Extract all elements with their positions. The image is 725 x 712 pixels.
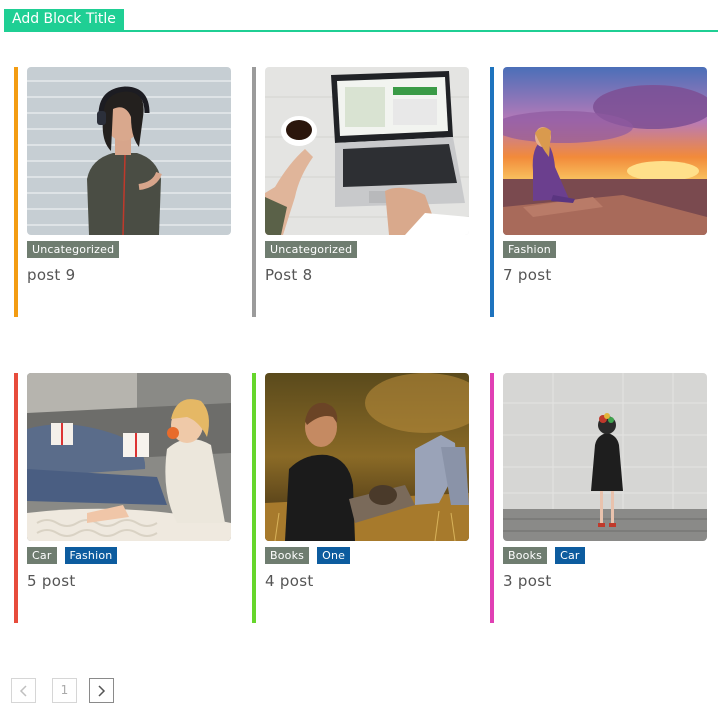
- post-categories: Books Car: [503, 547, 593, 564]
- next-page-button[interactable]: [89, 678, 114, 703]
- category-tag[interactable]: One: [317, 547, 351, 564]
- post-accent-bar: [490, 67, 494, 317]
- post-categories: Fashion: [503, 241, 564, 258]
- post-title[interactable]: Post 8: [265, 266, 313, 284]
- category-tag[interactable]: Uncategorized: [265, 241, 358, 258]
- post-thumbnail[interactable]: [27, 67, 231, 235]
- category-tag[interactable]: Car: [555, 547, 585, 564]
- post-card: Books Car 3 post: [490, 373, 710, 623]
- post-accent-bar: [490, 373, 494, 623]
- category-tag[interactable]: Fashion: [503, 241, 556, 258]
- post-thumbnail[interactable]: [503, 67, 707, 235]
- post-accent-bar: [14, 373, 18, 623]
- post-title[interactable]: 7 post: [503, 266, 552, 284]
- block-header: Add Block Title: [4, 9, 718, 32]
- post-title[interactable]: post 9: [27, 266, 76, 284]
- post-thumbnail[interactable]: [265, 67, 469, 235]
- woman-headphones-image: [27, 67, 231, 235]
- post-categories: Uncategorized: [27, 241, 127, 258]
- category-tag[interactable]: Uncategorized: [27, 241, 120, 258]
- category-tag[interactable]: Fashion: [64, 547, 118, 564]
- post-thumbnail[interactable]: [503, 373, 707, 541]
- chevron-right-icon: [90, 685, 113, 697]
- post-card: Uncategorized post 9: [14, 67, 234, 317]
- laptop-coffee-image: [265, 67, 469, 235]
- couple-grass-image: [265, 373, 469, 541]
- prev-page-button[interactable]: [11, 678, 36, 703]
- post-accent-bar: [14, 67, 18, 317]
- post-accent-bar: [252, 67, 256, 317]
- woman-stone-wall-image: [503, 373, 707, 541]
- post-categories: Uncategorized: [265, 241, 365, 258]
- sunset-woman-image: [503, 67, 707, 235]
- child-gifts-image: [27, 373, 231, 541]
- post-accent-bar: [252, 373, 256, 623]
- post-categories: Books One: [265, 547, 358, 564]
- post-title[interactable]: 4 post: [265, 572, 314, 590]
- post-title[interactable]: 5 post: [27, 572, 76, 590]
- category-tag[interactable]: Books: [503, 547, 548, 564]
- post-card: Uncategorized Post 8: [252, 67, 472, 317]
- category-tag[interactable]: Books: [265, 547, 310, 564]
- post-card: Fashion 7 post: [490, 67, 710, 317]
- block-title-rule: [4, 30, 718, 32]
- post-title[interactable]: 3 post: [503, 572, 552, 590]
- block-title: Add Block Title: [4, 9, 124, 30]
- page-number[interactable]: 1: [52, 678, 77, 703]
- post-card: Car Fashion 5 post: [14, 373, 234, 623]
- post-thumbnail[interactable]: [27, 373, 231, 541]
- post-thumbnail[interactable]: [265, 373, 469, 541]
- category-tag[interactable]: Car: [27, 547, 57, 564]
- chevron-left-icon: [12, 685, 35, 697]
- post-card: Books One 4 post: [252, 373, 472, 623]
- post-categories: Car Fashion: [27, 547, 125, 564]
